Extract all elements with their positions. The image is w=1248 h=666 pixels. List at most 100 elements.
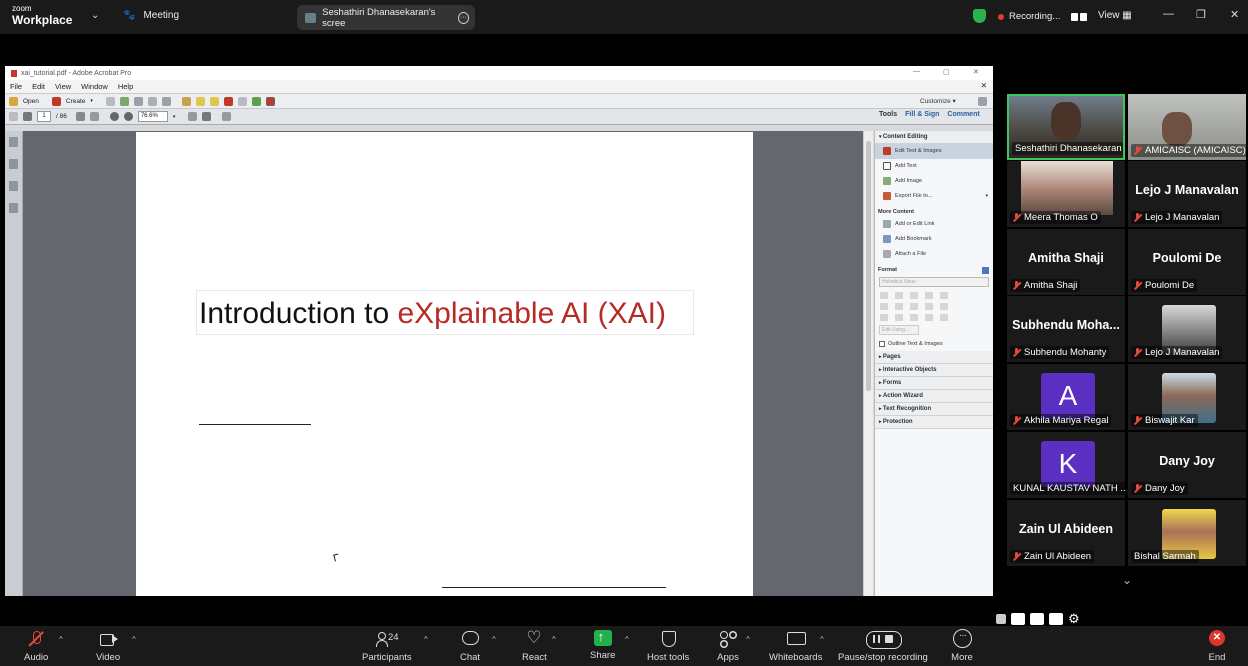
- share-button[interactable]: Share: [590, 629, 615, 661]
- edit-pdf-icon[interactable]: [265, 96, 275, 106]
- highlight-icon[interactable]: [209, 96, 219, 106]
- acro-close-icon[interactable]: ✕: [973, 68, 979, 76]
- open-button[interactable]: Open: [23, 98, 39, 105]
- chat-button[interactable]: Chat: [459, 630, 481, 663]
- react-button[interactable]: React: [522, 628, 547, 663]
- participant-tile[interactable]: Subhendu Moha... Subhendu Mohanty: [1007, 296, 1125, 362]
- attachments-icon[interactable]: [9, 181, 18, 191]
- menu-window[interactable]: Window: [81, 82, 108, 91]
- menu-help[interactable]: Help: [118, 82, 133, 91]
- participant-tile[interactable]: Zain Ul Abideen Zain Ul Abideen: [1007, 500, 1125, 566]
- acro-minimize-icon[interactable]: —: [913, 68, 920, 75]
- audio-button[interactable]: Audio: [24, 630, 48, 663]
- outline-text-checkbox[interactable]: Outline Text & Images: [875, 338, 993, 351]
- apps-button[interactable]: Apps: [717, 630, 739, 663]
- edit-icon[interactable]: [147, 96, 157, 106]
- video-button[interactable]: Video: [96, 630, 120, 663]
- subscript-icon[interactable]: [940, 303, 948, 310]
- section-protection[interactable]: Protection: [875, 416, 993, 429]
- zoom-in-icon[interactable]: [123, 112, 133, 121]
- recording-controls[interactable]: [1071, 12, 1088, 21]
- close-icon[interactable]: ✕: [1230, 8, 1239, 21]
- section-pages[interactable]: Pages: [875, 351, 993, 364]
- comment-icon[interactable]: [195, 96, 205, 106]
- align-left-icon[interactable]: [880, 303, 888, 310]
- upload-icon[interactable]: [119, 96, 129, 106]
- zoom-caret-icon[interactable]: ▾: [173, 114, 176, 120]
- tool-add-bookmark[interactable]: Add Bookmark: [875, 232, 993, 247]
- meeting-info-button[interactable]: 🐾 Meeting: [123, 10, 179, 21]
- create-pdf-icon[interactable]: [51, 96, 61, 106]
- help-icon[interactable]: [895, 292, 903, 299]
- scroll-thumb[interactable]: [866, 141, 871, 391]
- text-underline-icon[interactable]: [940, 292, 948, 299]
- export-icon[interactable]: [251, 96, 261, 106]
- text-italic-icon[interactable]: [925, 292, 933, 299]
- video-icon[interactable]: [1030, 613, 1044, 625]
- section-action-wizard[interactable]: Action Wizard: [875, 390, 993, 403]
- settings-icon[interactable]: [181, 96, 191, 106]
- participant-tile[interactable]: Meera Thomas O: [1007, 161, 1125, 227]
- email-icon[interactable]: [161, 96, 171, 106]
- pause-stop-recording-button[interactable]: Pause/stop recording: [838, 630, 928, 663]
- document-scrollbar[interactable]: [863, 131, 873, 596]
- section-forms[interactable]: Forms: [875, 377, 993, 390]
- doc-close-icon[interactable]: ✕: [981, 81, 987, 90]
- host-tools-button[interactable]: Host tools: [647, 630, 689, 663]
- stop-icon[interactable]: [1080, 12, 1088, 21]
- participant-tile[interactable]: K KUNAL KAUSTAV NATH ...: [1007, 432, 1125, 498]
- expand-icon[interactable]: [978, 97, 987, 106]
- section-text-recognition[interactable]: Text Recognition: [875, 403, 993, 416]
- minimize-icon[interactable]: —: [1163, 8, 1174, 20]
- audio-options-icon[interactable]: ^: [59, 635, 63, 644]
- apps-options-icon[interactable]: ^: [746, 635, 750, 644]
- arrange-icon[interactable]: [940, 314, 948, 321]
- camera-icon[interactable]: [1011, 613, 1025, 625]
- zoom-out-icon[interactable]: [109, 112, 119, 121]
- fit-page-icon[interactable]: [188, 112, 198, 121]
- participant-tile[interactable]: Amitha Shaji Amitha Shaji: [1007, 229, 1125, 295]
- font-select[interactable]: Helvetica Neue: [879, 277, 989, 287]
- next-page-icon[interactable]: [23, 112, 32, 121]
- save-icon[interactable]: [105, 96, 115, 106]
- pause-icon[interactable]: [1071, 12, 1079, 21]
- tool-add-edit-link[interactable]: Add or Edit Link: [875, 217, 993, 232]
- zoom-level-field[interactable]: 76.6%: [137, 111, 168, 122]
- tool-export-file[interactable]: Export File to... ▾: [875, 189, 993, 204]
- restore-icon[interactable]: ❐: [1196, 8, 1206, 21]
- more-options-icon[interactable]: ···: [457, 11, 469, 24]
- participant-tile[interactable]: Lejo J Manavalan Lejo J Manavalan: [1128, 161, 1246, 227]
- select-cursor-icon[interactable]: [75, 112, 85, 121]
- tab-fill-sign[interactable]: Fill & Sign: [905, 111, 939, 118]
- react-options-icon[interactable]: ^: [552, 635, 556, 644]
- more-button[interactable]: More: [951, 629, 973, 663]
- edit-using-select[interactable]: Edit Using...: [879, 325, 919, 335]
- layout-icon[interactable]: [1049, 613, 1063, 625]
- acro-restore-icon[interactable]: ▢: [943, 68, 950, 76]
- create-caret-icon[interactable]: ▾: [90, 98, 93, 104]
- tab-comment[interactable]: Comment: [947, 111, 979, 118]
- tool-edit-text-images[interactable]: Edit Text & Images: [875, 144, 993, 159]
- whiteboards-options-icon[interactable]: ^: [820, 635, 824, 644]
- participant-tile[interactable]: Lejo J Manavalan: [1128, 296, 1246, 362]
- video-options-icon[interactable]: ^: [132, 635, 136, 644]
- participant-tile[interactable]: A Akhila Mariya Regal: [1007, 364, 1125, 430]
- rotate-icon[interactable]: [895, 314, 903, 321]
- participant-tile[interactable]: Dany Joy Dany Joy: [1128, 432, 1246, 498]
- hand-tool-icon[interactable]: [89, 112, 99, 121]
- menu-file[interactable]: File: [10, 82, 22, 91]
- participant-tile[interactable]: Poulomi De Poulomi De: [1128, 229, 1246, 295]
- screen-share-indicator[interactable]: Seshathiri Dhanasekaran's scree ···: [297, 5, 475, 30]
- gallery-scroll-down-icon[interactable]: ⌄: [1122, 573, 1132, 587]
- menu-view[interactable]: View: [55, 82, 71, 91]
- chat-options-icon[interactable]: ^: [492, 635, 496, 644]
- sign-icon[interactable]: [223, 96, 233, 106]
- prev-page-icon[interactable]: [9, 112, 18, 121]
- tool-add-text[interactable]: Add Text: [875, 159, 993, 174]
- replace-image-icon[interactable]: [925, 314, 933, 321]
- whiteboards-button[interactable]: Whiteboards: [769, 630, 822, 663]
- section-content-editing[interactable]: Content Editing: [875, 131, 993, 144]
- participants-options-icon[interactable]: ^: [424, 635, 428, 644]
- view-button[interactable]: View ▦: [1098, 10, 1132, 21]
- flip-icon[interactable]: [880, 314, 888, 321]
